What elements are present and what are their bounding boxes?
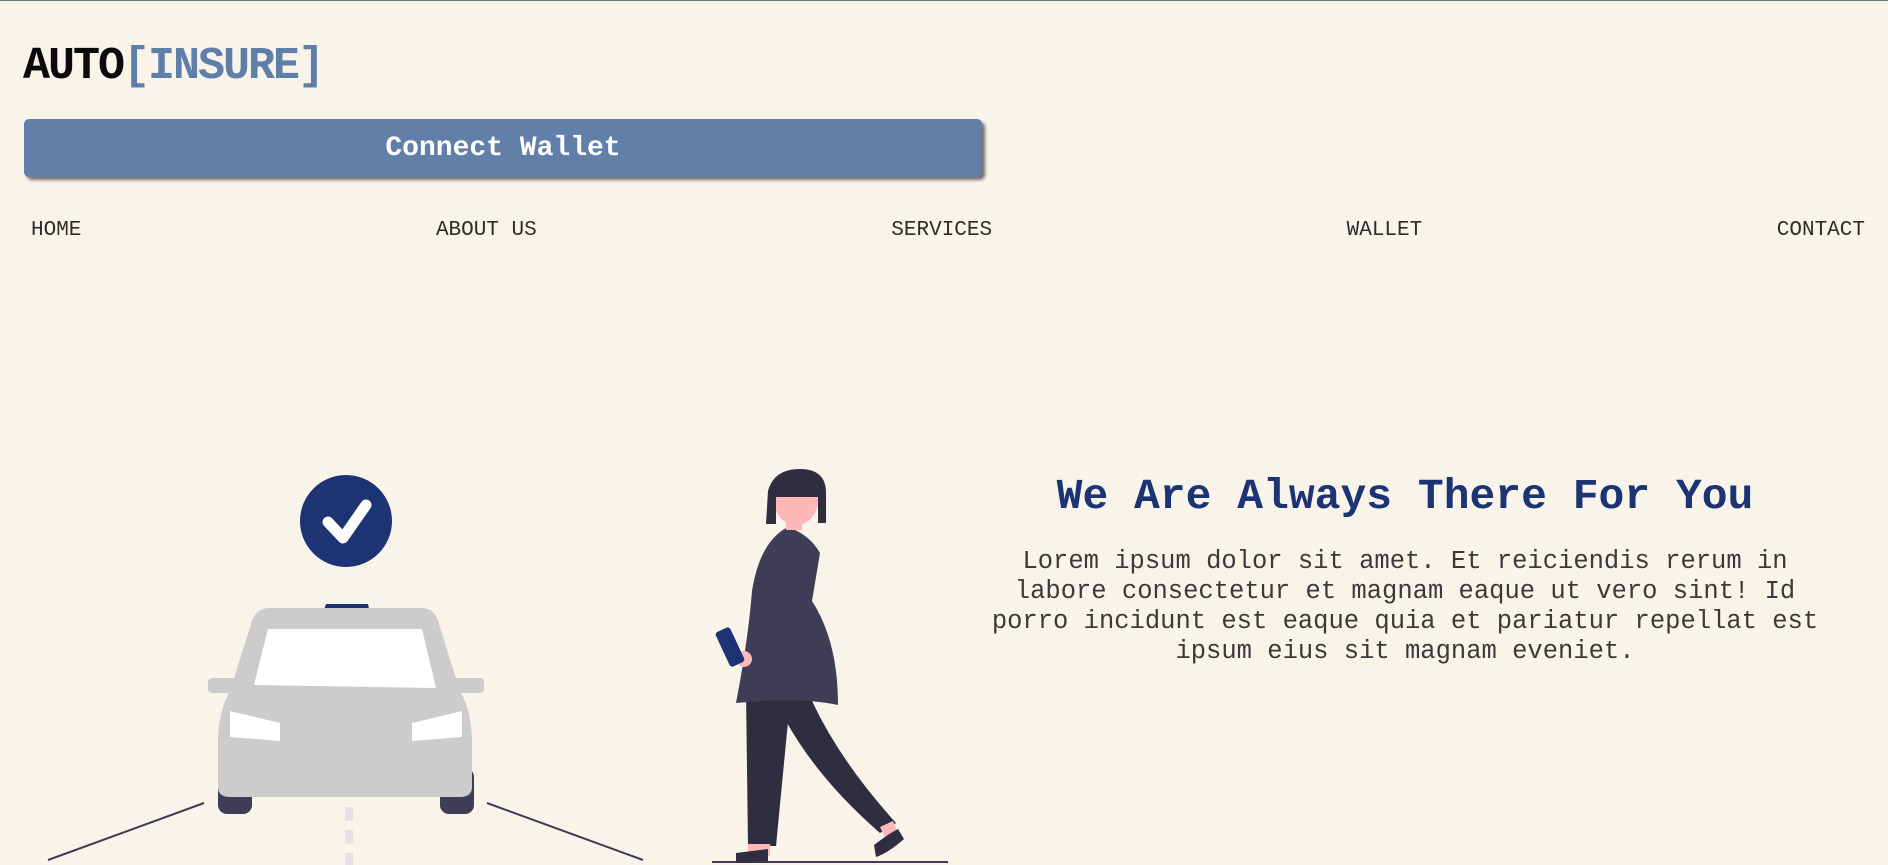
site-logo[interactable]: AUTO[INSURE] bbox=[23, 39, 325, 95]
nav-item-about-us[interactable]: ABOUT US bbox=[436, 219, 537, 242]
logo-accent-text: [INSURE] bbox=[123, 41, 325, 92]
hero-description: Lorem ipsum dolor sit amet. Et reiciendi… bbox=[991, 547, 1819, 666]
nav-item-home[interactable]: HOME bbox=[31, 219, 81, 242]
car-icon bbox=[208, 604, 484, 814]
check-badge-icon bbox=[300, 475, 392, 567]
woman-with-phone-icon bbox=[712, 469, 948, 863]
hero-title: We Are Always There For You bbox=[1056, 472, 1754, 521]
road-lines bbox=[47, 802, 644, 865]
nav-item-contact[interactable]: CONTACT bbox=[1777, 219, 1865, 242]
hero-section: We Are Always There For You Lorem ipsum … bbox=[970, 469, 1840, 667]
nav-item-services[interactable]: SERVICES bbox=[891, 219, 992, 242]
logo-main-text: AUTO bbox=[23, 41, 125, 92]
hero-illustration bbox=[47, 469, 948, 865]
nav-item-wallet[interactable]: WALLET bbox=[1347, 219, 1423, 242]
connect-wallet-button[interactable]: Connect Wallet bbox=[24, 119, 982, 177]
main-nav: HOME ABOUT US SERVICES WALLET CONTACT bbox=[31, 217, 1865, 243]
